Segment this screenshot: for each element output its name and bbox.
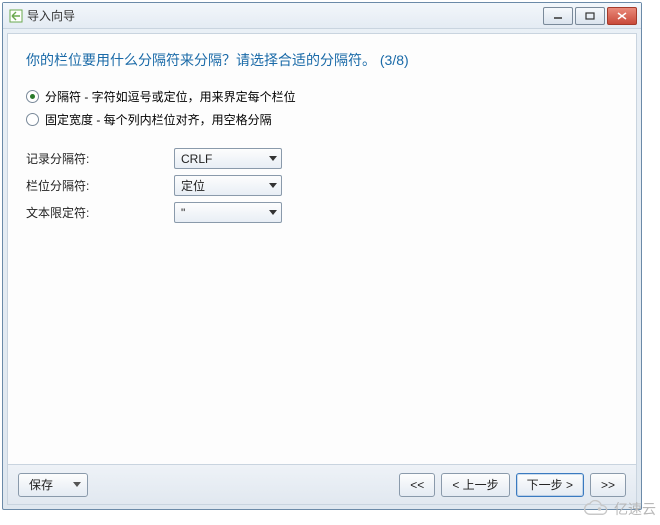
next-button-label: 下一步 > bbox=[527, 476, 573, 493]
combo-record-separator[interactable]: CRLF bbox=[174, 148, 282, 169]
maximize-button[interactable] bbox=[575, 7, 605, 25]
save-button[interactable]: 保存 bbox=[18, 473, 88, 497]
combo-field-separator-value: 定位 bbox=[181, 177, 265, 194]
label-record-separator: 记录分隔符: bbox=[26, 150, 174, 167]
radio-fixed-width[interactable] bbox=[26, 113, 39, 126]
chevron-down-icon bbox=[73, 482, 81, 487]
first-button[interactable]: << bbox=[399, 473, 435, 497]
titlebar: 导入向导 bbox=[3, 3, 641, 29]
page-heading: 你的栏位要用什么分隔符来分隔？请选择合适的分隔符。 (3/8) bbox=[8, 34, 636, 78]
chevron-down-icon bbox=[269, 156, 277, 161]
save-button-label: 保存 bbox=[29, 476, 53, 493]
last-button[interactable]: >> bbox=[590, 473, 626, 497]
form-rows: 记录分隔符: CRLF 栏位分隔符: 定位 文本限定符: bbox=[26, 148, 618, 223]
option-fixed-width[interactable]: 固定宽度 - 每个列内栏位对齐，用空格分隔 bbox=[26, 111, 618, 128]
label-field-separator: 栏位分隔符: bbox=[26, 177, 174, 194]
wizard-body: 你的栏位要用什么分隔符来分隔？请选择合适的分隔符。 (3/8) 分隔符 - 字符… bbox=[7, 33, 637, 505]
wizard-window: 导入向导 你的栏位要用什么分隔符来分隔？请选择合适的分隔符。 (3/8) 分隔符… bbox=[2, 2, 642, 510]
combo-text-qualifier-value: " bbox=[181, 206, 265, 220]
next-button[interactable]: 下一步 > bbox=[516, 473, 584, 497]
row-record-separator: 记录分隔符: CRLF bbox=[26, 148, 618, 169]
row-field-separator: 栏位分隔符: 定位 bbox=[26, 175, 618, 196]
radio-delimiter[interactable] bbox=[26, 90, 39, 103]
last-button-label: >> bbox=[601, 478, 615, 492]
combo-field-separator[interactable]: 定位 bbox=[174, 175, 282, 196]
app-icon bbox=[9, 9, 23, 23]
combo-record-separator-value: CRLF bbox=[181, 152, 265, 166]
chevron-down-icon bbox=[269, 210, 277, 215]
prev-button-label: < 上一步 bbox=[452, 476, 498, 493]
option-delimiter[interactable]: 分隔符 - 字符如逗号或定位，用来界定每个栏位 bbox=[26, 88, 618, 105]
prev-button[interactable]: < 上一步 bbox=[441, 473, 509, 497]
minimize-button[interactable] bbox=[543, 7, 573, 25]
combo-text-qualifier[interactable]: " bbox=[174, 202, 282, 223]
row-text-qualifier: 文本限定符: " bbox=[26, 202, 618, 223]
option-fixed-width-label: 固定宽度 - 每个列内栏位对齐，用空格分隔 bbox=[45, 111, 272, 128]
window-title: 导入向导 bbox=[27, 7, 75, 24]
content-area: 分隔符 - 字符如逗号或定位，用来界定每个栏位 固定宽度 - 每个列内栏位对齐，… bbox=[8, 78, 636, 464]
label-text-qualifier: 文本限定符: bbox=[26, 204, 174, 221]
close-button[interactable] bbox=[607, 7, 637, 25]
first-button-label: << bbox=[410, 478, 424, 492]
wizard-footer: 保存 << < 上一步 下一步 > >> bbox=[8, 464, 636, 504]
chevron-down-icon bbox=[269, 183, 277, 188]
option-delimiter-label: 分隔符 - 字符如逗号或定位，用来界定每个栏位 bbox=[45, 88, 296, 105]
